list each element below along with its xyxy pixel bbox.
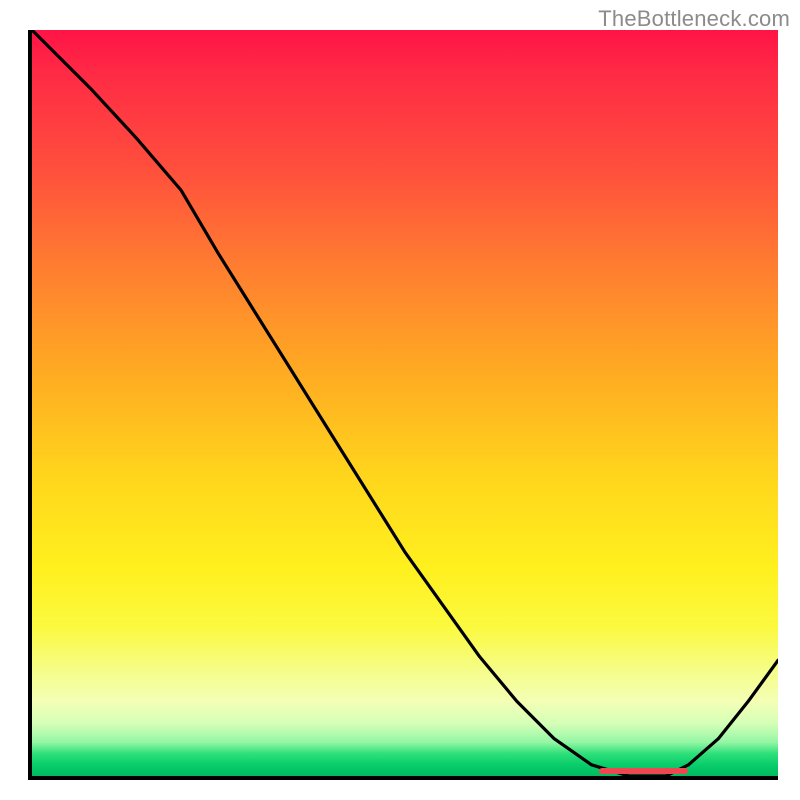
line-series [32, 30, 778, 776]
watermark-text: TheBottleneck.com [598, 6, 790, 32]
chart-container: TheBottleneck.com [0, 0, 800, 800]
optimal-range-marker [599, 768, 689, 774]
plot-area [28, 30, 778, 780]
